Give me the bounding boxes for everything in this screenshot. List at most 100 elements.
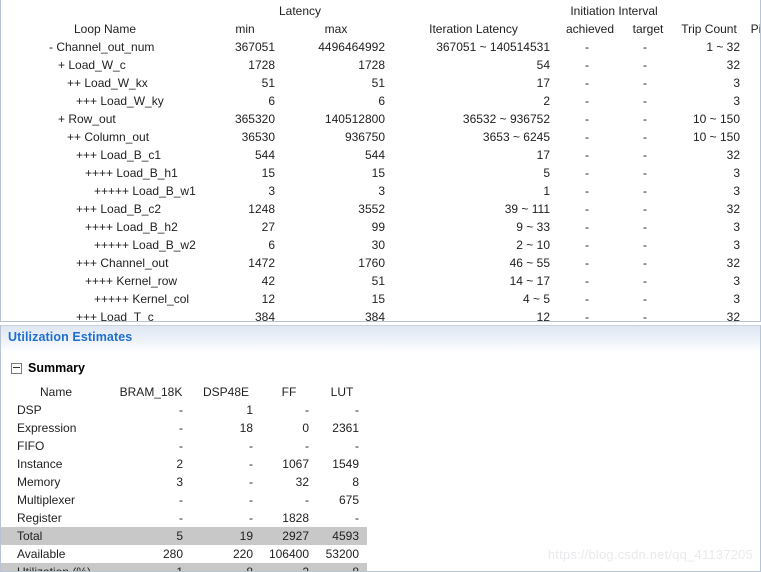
trip-count-cell: 32 <box>726 148 741 162</box>
achieved-cell: - <box>585 238 589 252</box>
pipelined-cell: no <box>746 218 760 236</box>
loop-name-cell[interactable]: + Load_W_c <box>1 56 209 74</box>
column-header-achieved[interactable]: achieved <box>556 20 624 38</box>
summary-row[interactable]: DSP -1- - <box>1 401 367 419</box>
achieved-cell: - <box>585 76 589 90</box>
loop-name-cell[interactable]: +++++ Kernel_col <box>1 290 209 308</box>
column-header-min[interactable]: min <box>209 20 281 38</box>
loop-name-cell[interactable]: ++++ Load_B_h1 <box>1 164 209 182</box>
summary-section-header[interactable]: Summary <box>11 361 85 375</box>
table-row[interactable]: ++++ Kernel_row 42 51 14 ~ 17 - - 3 no <box>1 272 760 290</box>
resource-name-cell: Expression <box>1 419 111 437</box>
achieved-cell: - <box>585 130 589 144</box>
table-row[interactable]: +++ Load_B_c2 1248 3552 39 ~ 111 - - 32 no <box>1 200 760 218</box>
loop-name-cell[interactable]: ++++ Load_B_h2 <box>1 218 209 236</box>
min-cell: 544 <box>254 148 275 162</box>
resource-value-cell: - <box>111 437 191 455</box>
min-cell: 12 <box>261 292 275 306</box>
summary-row[interactable]: FIFO - - - - <box>1 437 367 455</box>
pipelined-cell: no <box>746 272 760 290</box>
summary-column-header-name[interactable]: Name <box>1 383 111 401</box>
table-row[interactable]: ++ Column_out 36530 936750 3653 ~ 6245 - - 10 … <box>1 128 760 146</box>
iteration-latency-cell: 2 <box>543 94 550 108</box>
loop-name-cell[interactable]: +++ Load_W_ky <box>1 92 209 110</box>
min-cell: 367051 <box>234 40 275 54</box>
table-row[interactable]: - Channel_out_num 367051 4496464992 367051 … <box>1 38 760 56</box>
loop-name-cell[interactable]: - Channel_out_num <box>1 38 209 56</box>
summary-row[interactable]: Register - -1828- <box>1 509 367 527</box>
min-cell: 51 <box>261 76 275 90</box>
summary-row[interactable]: Total 5 19 2927 4593 <box>1 527 367 545</box>
spacer-cell <box>391 2 556 20</box>
table-row[interactable]: ++ Load_W_kx 51 51 17 - - 3 no <box>1 74 760 92</box>
max-cell: 544 <box>364 148 385 162</box>
trip-count-cell: 32 <box>726 58 741 72</box>
min-cell: 27 <box>261 220 275 234</box>
loop-name-cell[interactable]: +++ Load_B_c1 <box>1 146 209 164</box>
loop-name-cell[interactable]: +++++ Load_B_w1 <box>1 182 209 200</box>
max-cell: 1760 <box>358 256 385 270</box>
loop-name-cell[interactable]: ++++ Kernel_row <box>1 272 209 290</box>
collapse-minus-icon[interactable] <box>11 362 22 374</box>
max-cell: 384 <box>364 310 385 322</box>
target-cell: - <box>643 76 647 90</box>
achieved-cell: - <box>585 166 589 180</box>
table-row[interactable]: +++ Load_T_c 384 384 12 - - 32 no <box>1 308 760 322</box>
column-header-trip-count[interactable]: Trip Count <box>672 20 746 38</box>
table-row[interactable]: ++++ Load_B_h2 27 99 9 ~ 33 - - 3 no <box>1 218 760 236</box>
iteration-latency-cell: 54 <box>536 58 550 72</box>
trip-count-cell: 3 <box>733 166 741 180</box>
loop-name-cell[interactable]: +++++ Load_B_w2 <box>1 236 209 254</box>
table-row[interactable]: +++ Load_W_ky 6 6 2 - - 3 no <box>1 92 760 110</box>
resource-value-cell: 53200 <box>317 545 367 563</box>
resource-value-cell: 32 <box>261 473 317 491</box>
pipelined-cell: no <box>746 110 760 128</box>
column-header-target[interactable]: target <box>624 20 672 38</box>
table-row[interactable]: +++++ Kernel_col 12 15 4 ~ 5 - - 3 no <box>1 290 760 308</box>
table-row[interactable]: +++ Load_B_c1 544 544 17 - - 32 no <box>1 146 760 164</box>
summary-row[interactable]: Utilization (%) 1 8 2 8 <box>1 563 367 571</box>
summary-row[interactable]: Expression -18 0 2361 <box>1 419 367 437</box>
column-header-iteration-latency[interactable]: Iteration Latency <box>391 20 556 38</box>
column-header-pipelined[interactable]: Pipelined <box>746 20 760 38</box>
iteration-latency-cell: 17 <box>536 76 550 90</box>
loop-name-cell[interactable]: ++ Load_W_kx <box>1 74 209 92</box>
target-cell: - <box>643 274 647 288</box>
summary-row[interactable]: Multiplexer - - -675 <box>1 491 367 509</box>
table-row[interactable]: ++++ Load_B_h1 15 15 5 - - 3 no <box>1 164 760 182</box>
summary-row[interactable]: Instance 2-1067 1549 <box>1 455 367 473</box>
summary-column-header-dsp48e[interactable]: DSP48E <box>191 383 261 401</box>
min-cell: 1728 <box>248 58 275 72</box>
resource-value-cell: 3 <box>111 473 191 491</box>
table-row[interactable]: +++++ Load_B_w2 6 30 2 ~ 10 - - 3 no <box>1 236 760 254</box>
resource-value-cell: - <box>317 509 367 527</box>
column-header-max[interactable]: max <box>281 20 391 38</box>
loop-name-cell[interactable]: +++ Load_B_c2 <box>1 200 209 218</box>
target-cell: - <box>643 112 647 126</box>
table-row[interactable]: +++ Channel_out 1472 1760 46 ~ 55 - - 32 no <box>1 254 760 272</box>
loop-name-cell[interactable]: + Row_out <box>1 110 209 128</box>
summary-column-header-bram-18k[interactable]: BRAM_18K <box>111 383 191 401</box>
loop-name-cell[interactable]: ++ Column_out <box>1 128 209 146</box>
max-cell: 3552 <box>358 202 385 216</box>
group-header-initiation-interval: Initiation Interval <box>570 4 658 18</box>
target-cell: - <box>643 130 647 144</box>
summary-row[interactable]: Memory 3-32 8 <box>1 473 367 491</box>
table-row[interactable]: +++++ Load_B_w1 3 3 1 - - 3 no <box>1 182 760 200</box>
pipelined-cell: no <box>746 128 760 146</box>
resource-value-cell: 1 <box>111 563 191 571</box>
loop-name-cell[interactable]: +++ Load_T_c <box>1 308 209 321</box>
summary-column-header-ff[interactable]: FF <box>261 383 317 401</box>
table-row[interactable]: + Load_W_c 1728 1728 54 - - 32 no <box>1 56 760 74</box>
iteration-latency-cell: 17 <box>536 148 550 162</box>
resource-value-cell: 675 <box>317 491 367 509</box>
summary-row[interactable]: Available 280 220 106400 53200 <box>1 545 367 563</box>
table-row[interactable]: + Row_out 365320 140512800 36532 ~ 936752 - -… <box>1 110 760 128</box>
column-header-loop-name[interactable]: Loop Name <box>1 20 209 38</box>
achieved-cell: - <box>585 274 589 288</box>
resource-value-cell: - <box>191 491 261 509</box>
resource-value-cell: - <box>191 437 261 455</box>
utilization-summary-table: Name BRAM_18K DSP48E FF LUT DSP -1- - Expressio… <box>1 383 367 571</box>
loop-name-cell[interactable]: +++ Channel_out <box>1 254 209 272</box>
summary-column-header-lut[interactable]: LUT <box>317 383 367 401</box>
